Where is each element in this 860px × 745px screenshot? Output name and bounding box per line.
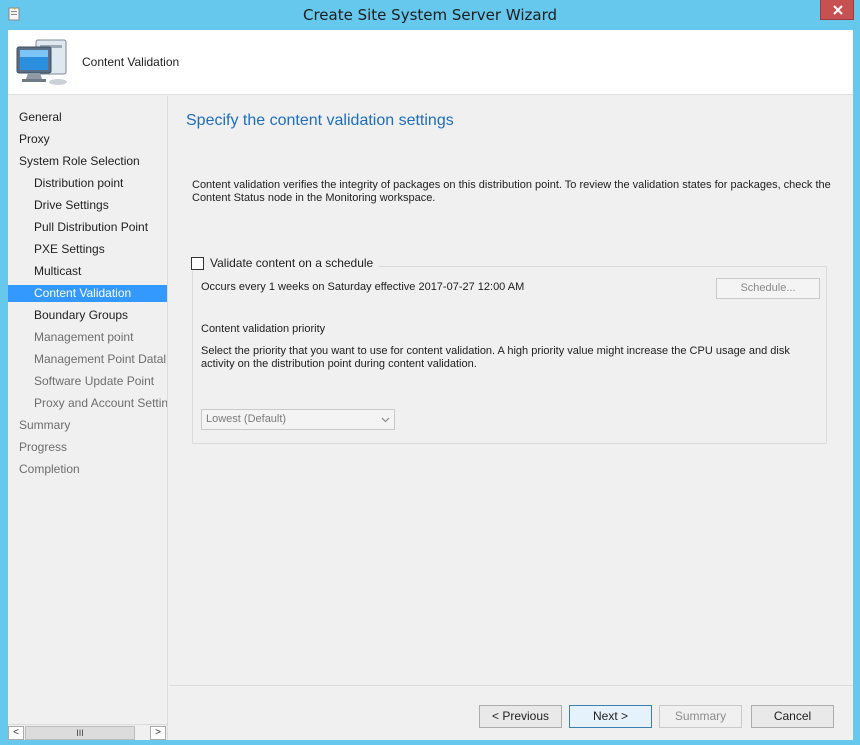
nav-item-management-point-database: Management Point Datal xyxy=(34,352,167,366)
nav-item-drive-settings[interactable]: Drive Settings xyxy=(34,197,167,214)
wizard-content: Specify the content validation settings … xyxy=(169,96,853,740)
priority-description: Select the priority that you want to use… xyxy=(201,345,790,370)
validate-schedule-checkbox-row[interactable]: Validate content on a schedule xyxy=(191,255,380,271)
nav-item-pull-distribution-point[interactable]: Pull Distribution Point xyxy=(34,219,167,236)
nav-item-system-role-selection[interactable]: System Role Selection xyxy=(19,153,167,170)
wizard-header: Content Validation xyxy=(8,30,853,95)
schedule-summary-text: Occurs every 1 weeks on Saturday effecti… xyxy=(201,281,525,293)
footer-divider xyxy=(169,685,853,686)
title-bar: Create Site System Server Wizard xyxy=(0,0,860,30)
page-description: Content validation verifies the integrit… xyxy=(192,179,831,204)
wizard-window: Content Validation General Proxy System … xyxy=(8,30,853,740)
computer-monitor-icon xyxy=(16,39,67,85)
close-button[interactable] xyxy=(820,0,854,20)
nav-item-proxy-and-account-settings: Proxy and Account Settin xyxy=(34,396,168,410)
nav-item-distribution-point[interactable]: Distribution point xyxy=(34,175,167,192)
priority-select-value: Lowest (Default) xyxy=(206,413,287,425)
header-title: Content Validation xyxy=(82,55,180,69)
nav-item-boundary-groups[interactable]: Boundary Groups xyxy=(34,307,167,324)
nav-item-general[interactable]: General xyxy=(19,109,167,126)
schedule-button[interactable]: Schedule... xyxy=(716,278,820,299)
window-title: Create Site System Server Wizard xyxy=(303,6,557,24)
cancel-button[interactable]: Cancel xyxy=(751,705,834,728)
scroll-right-arrow-icon[interactable]: > xyxy=(150,726,166,740)
nav-item-management-point: Management point xyxy=(34,330,134,344)
priority-heading: Content validation priority xyxy=(201,323,326,335)
scroll-left-arrow-icon[interactable]: < xyxy=(8,726,24,740)
next-button[interactable]: Next > xyxy=(569,705,652,728)
close-icon xyxy=(833,5,843,15)
nav-item-completion: Completion xyxy=(19,462,80,476)
nav-item-content-validation[interactable]: Content Validation xyxy=(8,285,167,302)
nav-item-progress: Progress xyxy=(19,440,68,454)
nav-item-multicast[interactable]: Multicast xyxy=(34,263,167,280)
nav-item-software-update-point: Software Update Point xyxy=(34,374,155,388)
summary-button: Summary xyxy=(659,705,742,728)
validate-schedule-checkbox[interactable] xyxy=(191,256,204,270)
nav-item-pxe-settings[interactable]: PXE Settings xyxy=(34,241,167,258)
nav-item-summary: Summary xyxy=(19,418,71,432)
page-heading: Specify the content validation settings xyxy=(186,112,454,129)
nav-item-proxy[interactable]: Proxy xyxy=(19,131,167,148)
nav-horizontal-scrollbar[interactable]: < III > xyxy=(8,724,167,740)
scroll-thumb[interactable]: III xyxy=(25,726,135,740)
previous-button[interactable]: < Previous xyxy=(479,705,562,728)
validate-schedule-label[interactable]: Validate content on a schedule xyxy=(210,256,373,270)
wizard-nav: General Proxy System Role Selection Dist… xyxy=(8,96,168,740)
chevron-down-icon xyxy=(381,417,390,423)
priority-select[interactable]: Lowest (Default) xyxy=(201,409,395,430)
